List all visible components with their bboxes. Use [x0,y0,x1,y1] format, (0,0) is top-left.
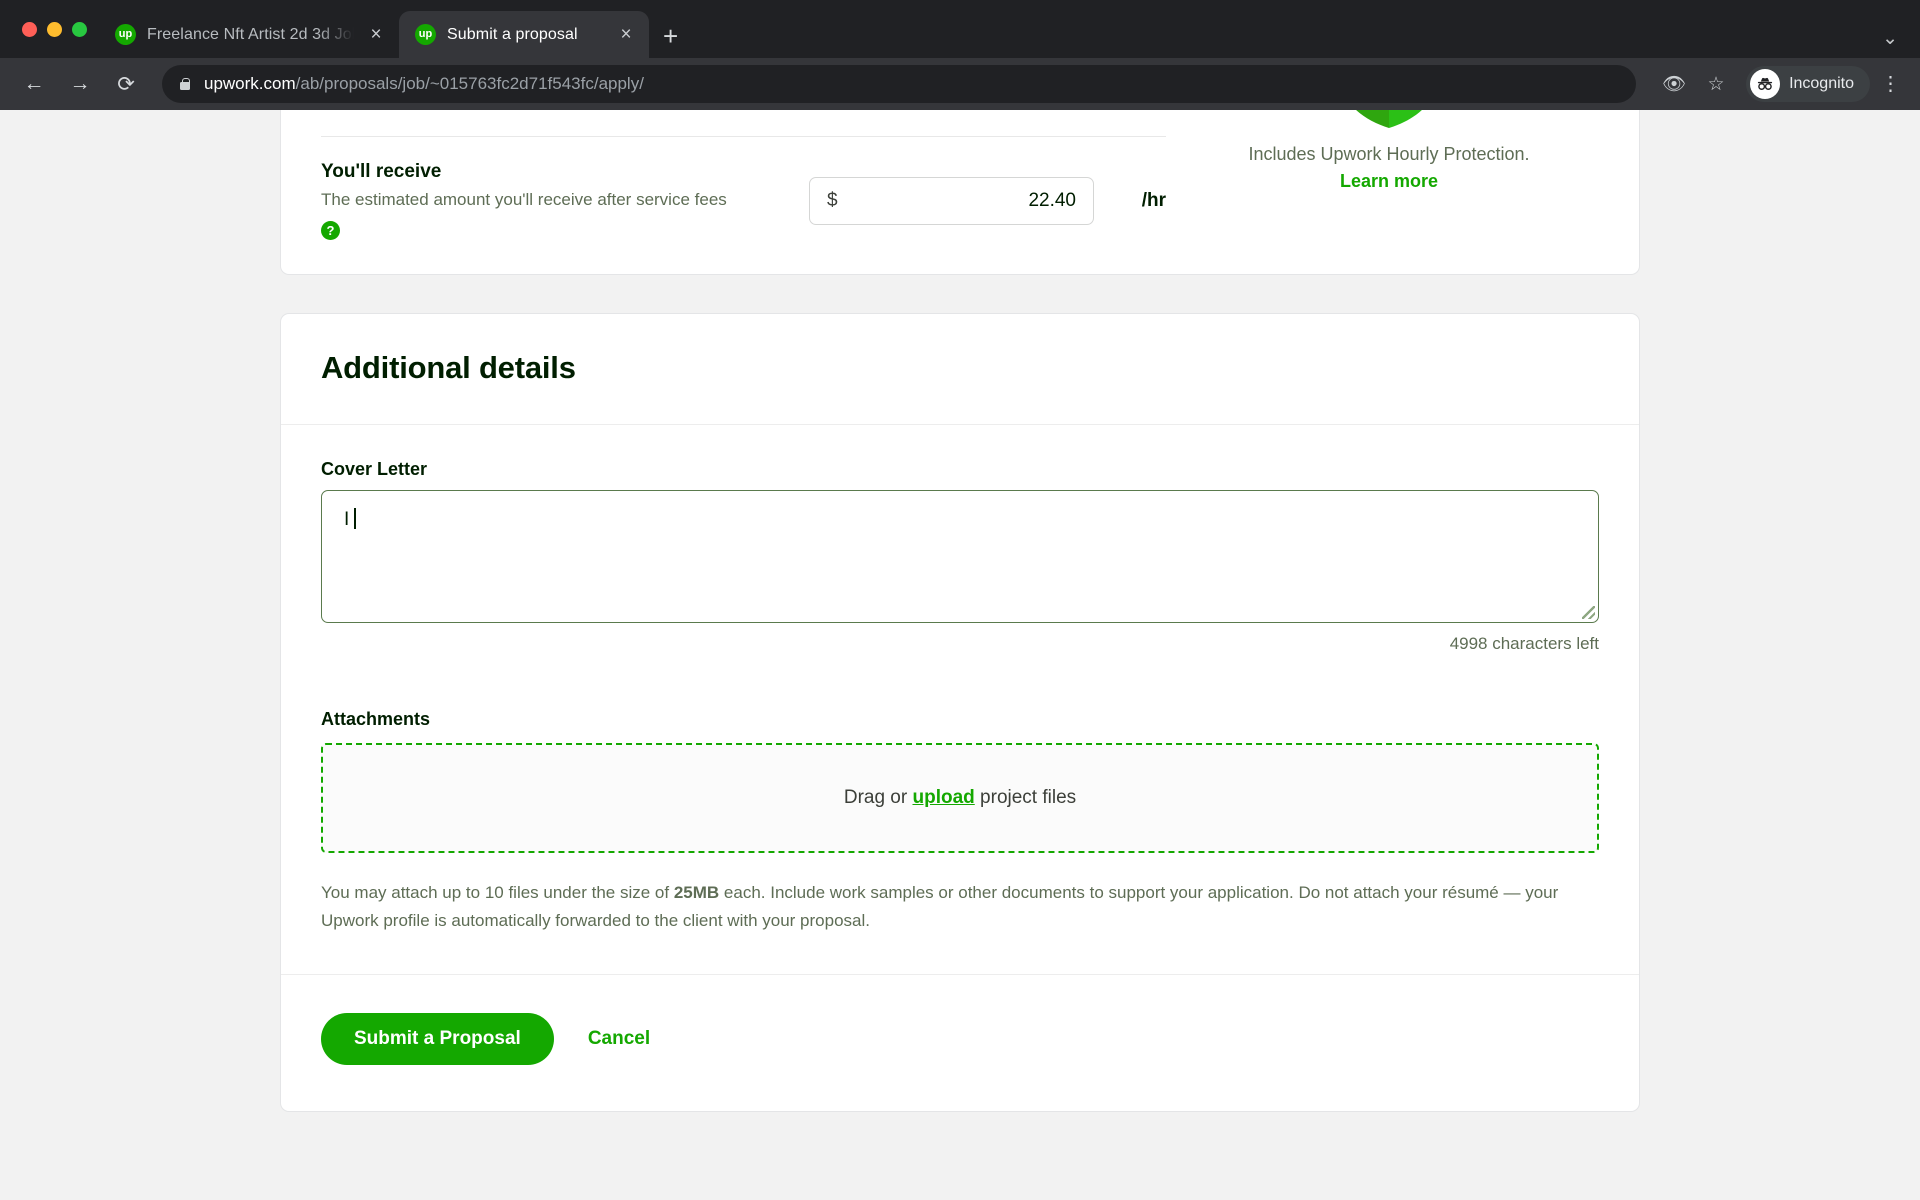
receive-currency: $ [827,189,838,211]
maximize-window-button[interactable] [72,21,87,37]
additional-details-body: Cover Letter I 4998 characters left Atta… [281,425,1639,974]
incognito-indicator[interactable]: Incognito [1746,66,1870,102]
receive-unit: /hr [1141,189,1166,211]
cancel-button[interactable]: Cancel [588,1028,650,1050]
url-text: upwork.com/ab/proposals/job/~015763fc2d7… [204,74,644,94]
lock-icon [178,77,192,91]
terms-card-inner: 20% Upwork Service FeeExplain this $ -5.… [281,110,1639,274]
close-icon[interactable]: × [615,25,637,44]
new-tab-button[interactable]: + [663,23,678,49]
additional-details-card: Additional details Cover Letter I 4998 c… [280,313,1640,1113]
attachments-dropzone[interactable]: Drag or upload project files [321,743,1599,853]
close-icon[interactable]: × [365,25,387,44]
browser-window: up Freelance Nft Artist 2d 3d Jobs × up … [0,0,1920,1200]
learn-more-link[interactable]: Learn more [1340,171,1438,192]
terms-card: 20% Upwork Service FeeExplain this $ -5.… [280,110,1640,275]
forward-button[interactable]: → [60,64,100,104]
cover-letter-label: Cover Letter [321,459,428,479]
receive-amount-value: 22.40 [1028,189,1076,211]
incognito-label: Incognito [1789,75,1854,92]
shield-icon [1179,110,1599,130]
reload-button[interactable]: ⟳ [106,64,146,104]
dropzone-suffix: project files [974,787,1077,808]
upwork-icon: up [115,24,136,45]
attachments-label: Attachments [321,709,431,729]
attachments-help-text: You may attach up to 10 files under the … [321,879,1593,974]
chevron-down-icon[interactable]: ⌄ [1882,29,1898,48]
tab-strip: up Freelance Nft Artist 2d 3d Jobs × up … [0,0,1920,58]
url-domain: upwork.com [204,74,296,93]
help-icon[interactable]: ? [321,221,340,240]
close-window-button[interactable] [22,21,37,37]
browser-menu-button[interactable]: ⋮ [1876,74,1906,94]
hourly-protection-panel: Includes Upwork Hourly Protection. Learn… [1179,110,1599,192]
fees-column: 20% Upwork Service FeeExplain this $ -5.… [321,110,1166,274]
incognito-avatar-icon [1750,69,1781,99]
address-bar[interactable]: upwork.com/ab/proposals/job/~015763fc2d7… [162,65,1637,103]
bookmark-star-icon[interactable]: ☆ [1698,73,1734,96]
form-actions: Submit a Proposal Cancel [281,974,1639,1111]
receive-title: You'll receive [321,161,442,182]
hourly-protection-text: Includes Upwork Hourly Protection. [1248,144,1530,164]
browser-toolbar: ← → ⟳ upwork.com/ab/proposals/job/~01576… [0,58,1920,110]
proposal-page: 20% Upwork Service FeeExplain this $ -5.… [0,110,1920,1152]
receive-text-block: You'll receive The estimated amount you'… [321,161,809,240]
dropzone-text: Drag or upload project files [844,787,1076,809]
text-caret [354,508,356,529]
attachments-help-size: 25MB [673,883,720,902]
eye-off-icon[interactable]: 👁 [1656,72,1692,96]
cover-letter-value: I [344,509,350,530]
window-controls [14,0,99,58]
dropzone-prefix: Drag or [843,787,913,808]
back-button[interactable]: ← [14,64,54,104]
url-path: /ab/proposals/job/~015763fc2d71f543fc/ap… [295,74,644,93]
upload-link[interactable]: upload [912,787,974,808]
tab-submit-a-proposal[interactable]: up Submit a proposal × [399,11,649,58]
service-fee-row: 20% Upwork Service FeeExplain this $ -5.… [321,110,1166,136]
page-title: Additional details [321,350,576,385]
you-will-receive-row: You'll receive The estimated amount you'… [321,136,1166,274]
tab-title: Freelance Nft Artist 2d 3d Jobs [147,25,354,43]
page-viewport: 20% Upwork Service FeeExplain this $ -5.… [0,110,1920,1200]
cover-letter-input[interactable]: I [321,490,1599,623]
resize-handle[interactable] [1582,606,1595,619]
receive-amount-input[interactable]: $ 22.40 [809,176,1094,225]
attachments-help-part1: You may attach up to 10 files under the … [321,883,674,902]
receive-subtitle: The estimated amount you'll receive afte… [321,190,727,209]
characters-left-counter: 4998 characters left [1449,634,1599,653]
minimize-window-button[interactable] [47,21,62,37]
tab-freelance-nft-artist[interactable]: up Freelance Nft Artist 2d 3d Jobs × [99,11,399,58]
tab-title: Submit a proposal [447,25,578,43]
submit-proposal-button[interactable]: Submit a Proposal [321,1013,554,1066]
additional-details-header: Additional details [281,314,1639,425]
upwork-icon: up [415,24,436,45]
